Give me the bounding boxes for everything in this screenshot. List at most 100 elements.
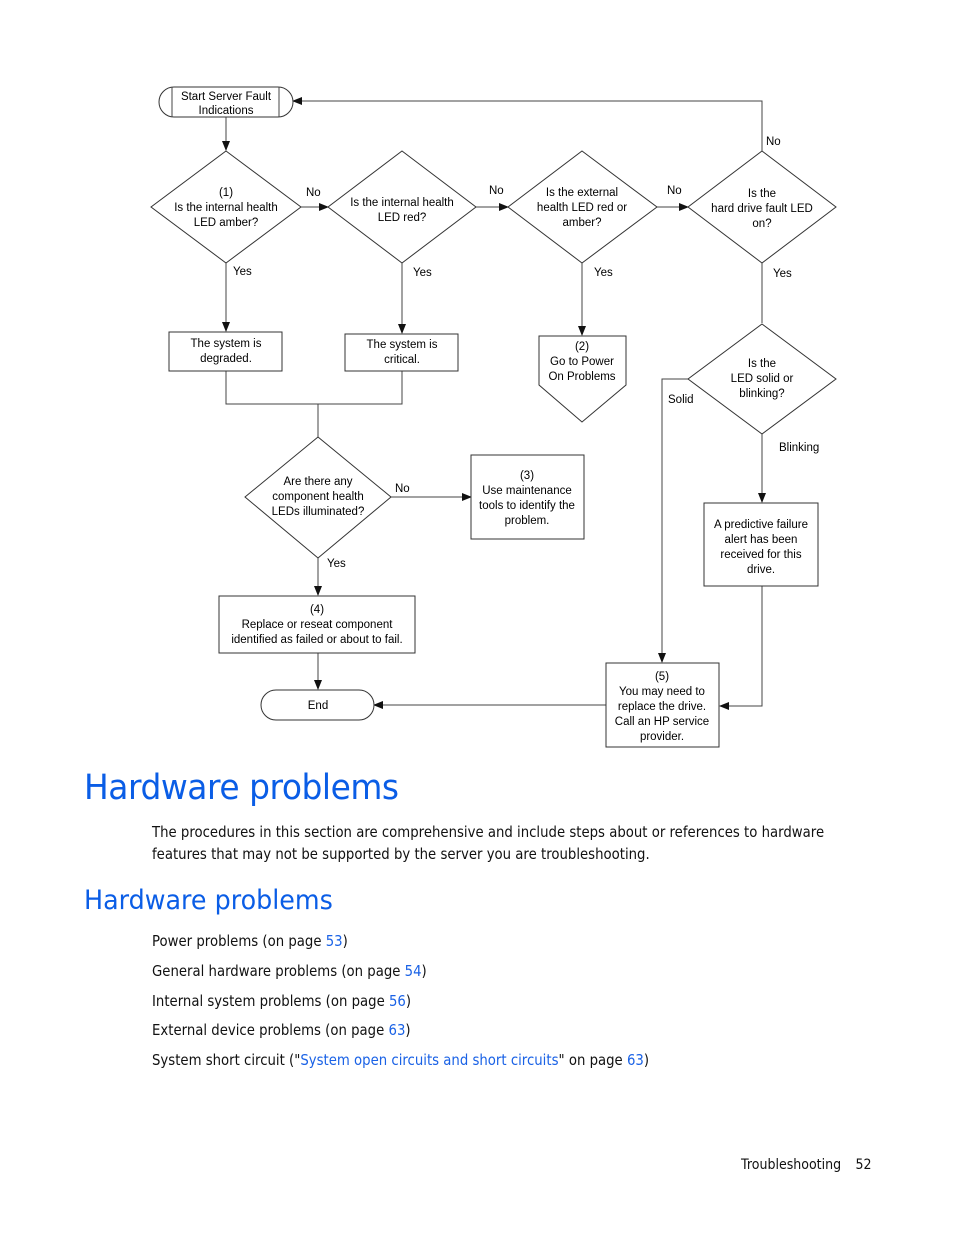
server-fault-flowchart: Start Server Fault Indications (1) Is th… [150, 86, 837, 748]
subsection-title: Hardware problems [84, 885, 333, 916]
end-label: End [308, 700, 328, 712]
box-replace-drive: (5) You may need to replace the drive. C… [605, 662, 720, 748]
topic-link-item: General hardware problems (on page 54) [152, 960, 772, 990]
topic-suffix: ) [421, 961, 427, 980]
label-d5-blinking: Blinking [779, 442, 819, 454]
d1-line-3: LED amber? [194, 217, 259, 229]
d6-line-2: component health [272, 491, 363, 503]
critical-line-2: critical. [384, 354, 420, 366]
topic-title: System short circuit (" [152, 1051, 301, 1070]
label-d4-yes: Yes [773, 268, 792, 280]
power-line-1: (2) [575, 341, 589, 353]
page-footer: Troubleshooting 52 [741, 1157, 872, 1173]
topic-title: Power problems (on page [152, 932, 326, 950]
connector-predictive-drive [719, 586, 763, 710]
d5-line-2: LED solid or [731, 373, 794, 385]
box-maintenance-tools: (3) Use maintenance tools to identify th… [470, 454, 585, 540]
connector-d4-start [292, 97, 763, 151]
page-number-link[interactable]: 56 [389, 992, 406, 1010]
decision-component-leds: Are there any component health LEDs illu… [244, 436, 392, 559]
d4-line-2: hard drive fault LED [711, 203, 813, 215]
topic-suffix: ) [342, 932, 348, 950]
box-system-critical: The system is critical. [344, 333, 459, 372]
offpage-power-on-problems: (2) Go to Power On Problems [538, 335, 627, 423]
predictive-line-1: A predictive failure [714, 519, 808, 531]
d6-line-3: LEDs illuminated? [272, 506, 365, 518]
label-d6-yes: Yes [327, 558, 346, 570]
box-replace-component: (4) Replace or reseat component identifi… [218, 595, 416, 654]
d5-line-1: Is the [748, 358, 776, 370]
connector-merge [225, 371, 403, 405]
d3-line-1: Is the external [546, 187, 618, 199]
connector-d5-drive [658, 378, 688, 663]
power-line-2: Go to Power [550, 356, 614, 368]
maintenance-line-4: problem. [505, 515, 550, 527]
decision-external-led: Is the external health LED red or amber? [507, 150, 658, 264]
label-d2-no: No [489, 185, 504, 197]
replace-line-2: Replace or reseat component [242, 619, 394, 631]
d4-line-1: Is the [748, 188, 776, 200]
decision-hard-drive-led: Is the hard drive fault LED on? [687, 150, 837, 264]
replace-line-3: identified as failed or about to fail. [231, 634, 402, 646]
d6-line-1: Are there any [283, 476, 352, 488]
topic-link-item: Internal system problems (on page 56) [152, 990, 772, 1020]
topic-suffix: ) [405, 1021, 411, 1040]
replace-line-1: (4) [310, 604, 324, 616]
box-system-degraded: The system is degraded. [168, 331, 283, 372]
topic-suffix: ) [643, 1051, 650, 1070]
drive-line-5: provider. [640, 731, 684, 743]
drive-line-1: (5) [655, 671, 669, 683]
decision-led-solid-blinking: Is the LED solid or blinking? [687, 323, 837, 435]
box-predictive-failure: A predictive failure alert has been rece… [703, 502, 819, 587]
critical-line-1: The system is [367, 339, 438, 351]
footer-page-number: 52 [855, 1157, 872, 1173]
page-number-link[interactable]: 54 [405, 962, 422, 980]
start-terminator: Start Server Fault Indications [158, 86, 294, 118]
label-d4-no: No [766, 136, 781, 148]
topic-link-item: External device problems (on page 63) [152, 1019, 772, 1049]
d1-line-2: Is the internal health [174, 202, 278, 214]
maintenance-line-1: (3) [520, 470, 534, 482]
section-intro: The procedures in this section are compr… [152, 823, 825, 863]
label-d1-yes: Yes [233, 266, 252, 278]
page-number-link[interactable]: 53 [326, 932, 343, 950]
label-d1-no: No [306, 187, 321, 199]
label-d2-yes: Yes [413, 267, 432, 279]
predictive-line-3: received for this [720, 549, 801, 561]
maintenance-line-3: tools to identify the [479, 500, 575, 512]
decision-internal-amber: (1) Is the internal health LED amber? [150, 150, 302, 264]
predictive-line-4: drive. [747, 564, 775, 576]
footer-section: Troubleshooting [741, 1157, 842, 1173]
label-d3-yes: Yes [594, 267, 613, 279]
drive-line-4: Call an HP service [615, 716, 709, 728]
d1-line-1: (1) [219, 187, 233, 199]
topic-title-link[interactable]: System open circuits and short circuits [300, 1051, 558, 1069]
d3-line-2: health LED red or [537, 202, 627, 214]
drive-line-2: You may need to [619, 686, 705, 698]
topic-title: External device problems (on page [152, 1021, 389, 1040]
topic-title: Internal system problems (on page [152, 991, 389, 1010]
topic-page-text: " on page [558, 1051, 627, 1070]
decision-internal-red: Is the internal health LED red? [327, 150, 477, 264]
label-d3-no: No [667, 185, 682, 197]
d2-line-1: Is the internal health [350, 197, 454, 209]
degraded-line-2: degraded. [200, 353, 252, 365]
d5-line-3: blinking? [739, 388, 784, 400]
topic-suffix: ) [405, 991, 412, 1010]
topic-link-item: Power problems (on page 53) [152, 930, 772, 960]
d3-line-3: amber? [563, 217, 602, 229]
page-number-link[interactable]: 63 [627, 1051, 644, 1069]
label-d6-no: No [395, 483, 410, 495]
maintenance-line-2: Use maintenance [482, 485, 572, 497]
degraded-line-1: The system is [191, 338, 262, 350]
page-number-link[interactable]: 63 [389, 1021, 406, 1039]
end-terminator: End [260, 689, 375, 721]
start-label-1: Start Server Fault [181, 91, 272, 103]
d2-line-2: LED red? [378, 212, 427, 224]
power-line-3: On Problems [548, 371, 615, 383]
start-label-2: Indications [199, 105, 254, 117]
d4-line-3: on? [752, 218, 771, 230]
topic-link-item: System short circuit ("System open circu… [152, 1049, 772, 1079]
predictive-line-2: alert has been [725, 534, 798, 546]
topic-link-list: Power problems (on page 53) General hardw… [152, 930, 772, 1079]
